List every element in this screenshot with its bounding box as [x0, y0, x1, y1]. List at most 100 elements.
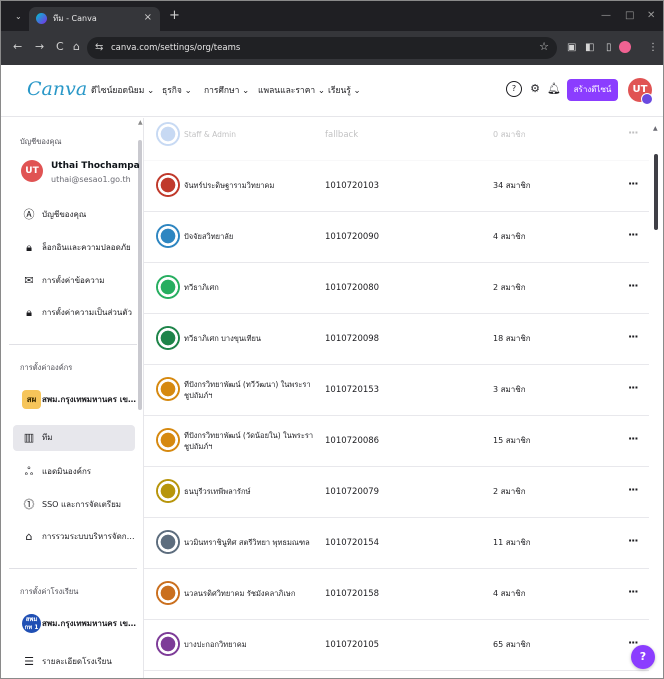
sidebar-item-your-account[interactable]: Ⓐ บัญชีของคุณ — [20, 202, 136, 228]
scroll-up-arrow-icon[interactable]: ▲ — [653, 126, 658, 132]
school-name: สพม.กรุงเทพมหานคร เข... — [42, 619, 136, 628]
minimize-icon[interactable]: — — [601, 11, 611, 21]
settings-gear-icon[interactable]: ⚙ — [527, 81, 543, 97]
sidebar-item-management-integration[interactable]: ⌂ การรวมระบบบริหารจัดการ... — [20, 524, 137, 550]
more-options-icon[interactable]: ··· — [628, 483, 639, 497]
menu-learn[interactable]: เรียนรู้ ⌄ — [328, 85, 361, 97]
avatar-org-badge — [641, 93, 653, 105]
sidebar-item-label: แอดมินองค์กร — [42, 467, 92, 476]
browser-profile-avatar[interactable] — [619, 41, 631, 53]
user-email: uthai@sesao1.go.th — [51, 175, 131, 184]
browser-window: ⌄ ทีม - Canva × + — □ ✕ ← → C ⌂ ⇆ canva.… — [0, 0, 664, 679]
puzzle-icon[interactable]: ◧ — [585, 42, 594, 54]
more-options-icon[interactable]: ··· — [628, 177, 639, 191]
more-options-icon[interactable]: ··· — [628, 330, 639, 344]
menu-education[interactable]: การศึกษา ⌄ — [204, 85, 249, 97]
table-row[interactable]: นวลนรดิศวิทยาคม รัชมังคลาภิเษก 101072015… — [144, 569, 649, 620]
more-options-icon[interactable]: ··· — [628, 585, 639, 599]
team-name: ทีปังกรวิทยาพัฒน์ (ทวีวัฒนา) ในพระราชูปถ… — [184, 380, 311, 400]
team-id: 1010720080 — [325, 283, 380, 293]
table-row[interactable]: ธนบุรีวรเทพีพลารักษ์ 1010720079 2 สมาชิก… — [144, 467, 649, 518]
help-icon[interactable]: ? — [506, 81, 522, 97]
team-logo — [156, 632, 180, 656]
browser-tab[interactable]: ทีม - Canva × — [29, 7, 160, 31]
sidebar-item-privacy-settings[interactable]: 🔒︎ การตั้งค่าความเป็นส่วนตัว — [20, 300, 136, 326]
more-options-icon[interactable]: ··· — [628, 381, 639, 395]
canva-logo[interactable]: Canva — [27, 78, 87, 100]
team-id: 1010720105 — [325, 640, 380, 650]
more-options-icon[interactable]: ··· — [628, 534, 639, 548]
team-id: 1010720154 — [325, 538, 380, 548]
site-settings-icon[interactable]: ⇆ — [95, 41, 103, 54]
bookmark-star-icon[interactable]: ☆ — [539, 40, 549, 54]
sidebar-item-sso[interactable]: ⓵ SSO และการจัดเตรียม — [20, 492, 136, 518]
sidebar-item-school-details[interactable]: ☰ รายละเอียดโรงเรียน — [20, 649, 136, 675]
table-row[interactable]: นวมินทราชินูทิศ สตรีวิทยา พุทธมณฑล 10107… — [144, 518, 649, 569]
browser-menu-icon[interactable]: ⋮ — [648, 42, 658, 54]
sidebar-item-label: รายละเอียดโรงเรียน — [42, 657, 112, 666]
table-scrollbar[interactable]: ▲ — [652, 118, 660, 678]
team-logo — [156, 173, 180, 197]
url-text: canva.com/settings/org/teams — [111, 43, 241, 53]
help-chat-button[interactable]: ? — [631, 645, 655, 669]
sidebar-item-teams[interactable]: ▥ ทีม — [13, 425, 135, 451]
sidebar-scrollbar[interactable]: ▲ — [137, 118, 143, 678]
sidebar-item-message-settings[interactable]: ✉ การตั้งค่าข้อความ — [20, 268, 136, 294]
team-name: ธนบุรีวรเทพีพลารักษ์ — [184, 487, 251, 496]
reload-icon[interactable]: C — [56, 41, 64, 53]
menu-business[interactable]: ธุรกิจ ⌄ — [162, 85, 192, 97]
extension-icon[interactable]: ▣ — [567, 42, 576, 54]
org-logo: สผ — [22, 390, 41, 409]
team-members: 34 สมาชิก — [493, 181, 531, 190]
sidebar-item-login-security[interactable]: 🔒︎ ล็อกอินและความปลอดภัย — [20, 235, 136, 261]
school-logo: สพม กท 1 — [22, 614, 41, 633]
tab-close-icon[interactable]: × — [144, 12, 152, 24]
team-id: 1010720090 — [325, 232, 380, 242]
more-options-icon[interactable]: ··· — [628, 126, 639, 140]
table-row[interactable]: ทวีธาภิเศก บางขุนเทียน 1010720098 18 สมา… — [144, 314, 649, 365]
team-id: 1010720079 — [325, 487, 380, 497]
table-scroll-thumb[interactable] — [654, 154, 658, 230]
menu-plans-pricing[interactable]: แพลนและราคา ⌄ — [258, 85, 325, 97]
settings-sidebar: ▲ บัญชีของคุณ UT Uthai Thochampa uthai@s… — [1, 118, 144, 678]
canva-favicon-icon — [36, 13, 47, 24]
url-bar[interactable]: ⇆ canva.com/settings/org/teams ☆ — [87, 37, 557, 59]
sidebar-item-org-admins[interactable]: ஃ แอดมินองค์กร — [20, 459, 136, 485]
more-options-icon[interactable]: ··· — [628, 228, 639, 242]
create-design-button[interactable]: สร้างดีไซน์ — [567, 79, 618, 101]
menu-popular-designs[interactable]: ดีไซน์ยอดนิยม ⌄ — [91, 85, 154, 97]
sidebar-item-label: การตั้งค่าข้อความ — [42, 276, 105, 285]
table-row[interactable]: ปัจจัยสวิทยาลัย 1010720090 4 สมาชิก ··· — [144, 212, 649, 263]
org-section-title: การตั้งค่าองค์กร — [20, 363, 73, 372]
sso-icon: ⓵ — [23, 498, 35, 511]
admins-icon: ஃ — [24, 465, 34, 478]
more-options-icon[interactable]: ··· — [628, 432, 639, 446]
tab-search-chevron-icon[interactable]: ⌄ — [15, 12, 24, 21]
team-name: ทีปังกรวิทยาพัฒน์ (วัดน้อยใน) ในพระราชูป… — [184, 431, 314, 451]
home-icon[interactable]: ⌂ — [73, 41, 80, 53]
sidebar-school-switcher[interactable]: สพม กท 1 สพม.กรุงเทพมหานคร เข... — [20, 611, 136, 637]
table-row[interactable]: ทีปังกรวิทยาพัฒน์ (ทวีวัฒนา) ในพระราชูปถ… — [144, 365, 649, 416]
team-members: 65 สมาชิก — [493, 640, 531, 649]
more-options-icon[interactable]: ··· — [628, 279, 639, 293]
back-icon[interactable]: ← — [13, 41, 22, 53]
team-members: 3 สมาชิก — [493, 385, 526, 394]
close-window-icon[interactable]: ✕ — [647, 11, 655, 21]
new-tab-icon[interactable]: + — [169, 9, 180, 22]
table-row[interactable]: ทีปังกรวิทยาพัฒน์ (วัดน้อยใน) ในพระราชูป… — [144, 416, 649, 467]
table-row[interactable]: Staff & Admin fallback 0 สมาชิก ··· — [144, 118, 649, 161]
table-row[interactable]: จันทร์ประดิษฐารามวิทยาคม 1010720103 34 ส… — [144, 161, 649, 212]
maximize-icon[interactable]: □ — [625, 11, 634, 21]
sidebar-item-label: SSO และการจัดเตรียม — [42, 500, 122, 509]
forward-icon[interactable]: → — [35, 41, 44, 53]
sidebar-org-switcher[interactable]: สผ สพม.กรุงเทพมหานคร เข... — [20, 387, 136, 413]
team-members: 2 สมาชิก — [493, 487, 526, 496]
side-panel-icon[interactable]: ▯ — [606, 42, 612, 54]
table-row[interactable]: บางปะกอกวิทยาคม 1010720105 65 สมาชิก ··· — [144, 620, 649, 671]
table-row[interactable]: ทวีธาภิเศก 1010720080 2 สมาชิก ··· — [144, 263, 649, 314]
scroll-up-arrow-icon[interactable]: ▲ — [138, 120, 143, 126]
sidebar-scroll-thumb[interactable] — [138, 140, 142, 410]
sidebar-divider — [9, 344, 137, 345]
account-icon: Ⓐ — [23, 208, 35, 221]
notification-bell-icon[interactable]: 🔔︎ — [546, 81, 562, 97]
